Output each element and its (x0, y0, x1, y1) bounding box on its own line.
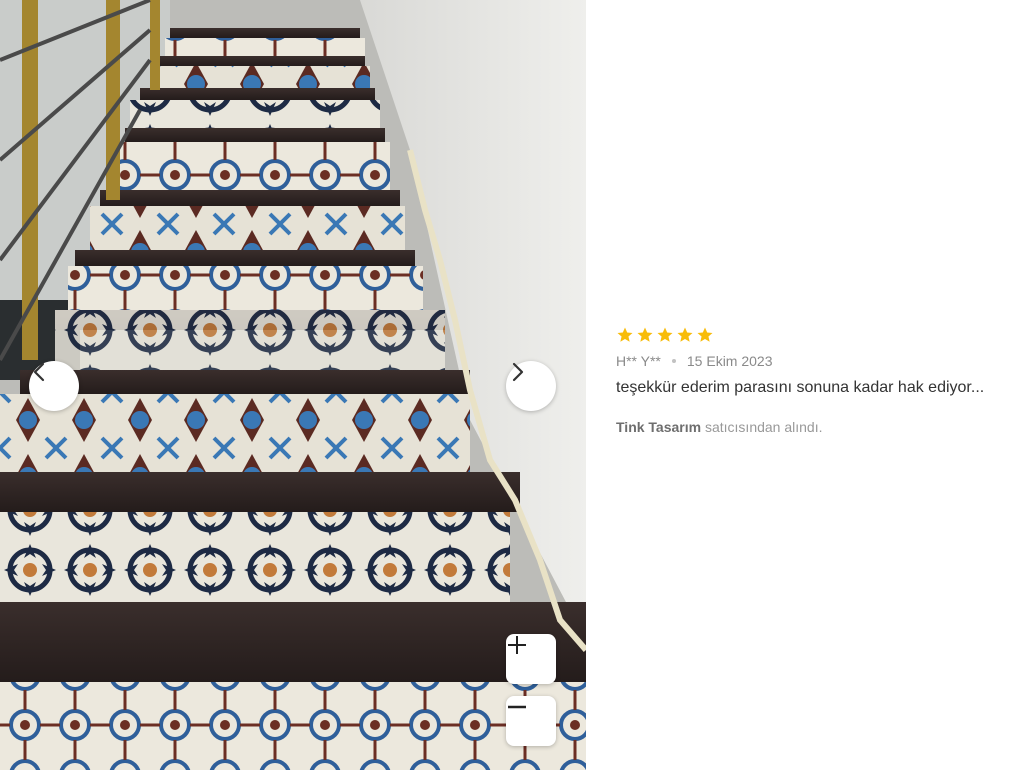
chevron-right-icon (512, 362, 524, 382)
plus-icon (508, 636, 526, 654)
star-icon (637, 327, 653, 342)
previous-image-button[interactable] (29, 361, 79, 411)
zoom-in-button[interactable] (506, 634, 556, 684)
star-rating (616, 324, 1016, 346)
star-icon (677, 327, 693, 342)
seller-info: Tink Tasarım satıcısından alındı. (616, 419, 1016, 435)
star-icon (617, 327, 633, 342)
staircase-photo (0, 0, 586, 770)
minus-icon (508, 705, 526, 709)
review-date: 15 Ekim 2023 (686, 353, 773, 369)
seller-name[interactable]: Tink Tasarım (616, 419, 701, 435)
chevron-left-icon (33, 362, 45, 382)
review-photo (0, 0, 586, 770)
next-image-button[interactable] (506, 361, 556, 411)
separator-dot (671, 359, 676, 363)
review-comment: teşekkür ederim parasını sonuna kadar ha… (616, 379, 985, 396)
review-panel: H** Y** 15 Ekim 2023 teşekkür ederim par… (616, 324, 1016, 435)
review-meta: H** Y** 15 Ekim 2023 (616, 353, 1016, 369)
zoom-out-button[interactable] (506, 696, 556, 746)
reviewer-name: H** Y** (616, 353, 661, 369)
star-icon (657, 327, 673, 342)
star-icon (697, 327, 713, 342)
seller-suffix: satıcısından alındı. (704, 419, 823, 435)
